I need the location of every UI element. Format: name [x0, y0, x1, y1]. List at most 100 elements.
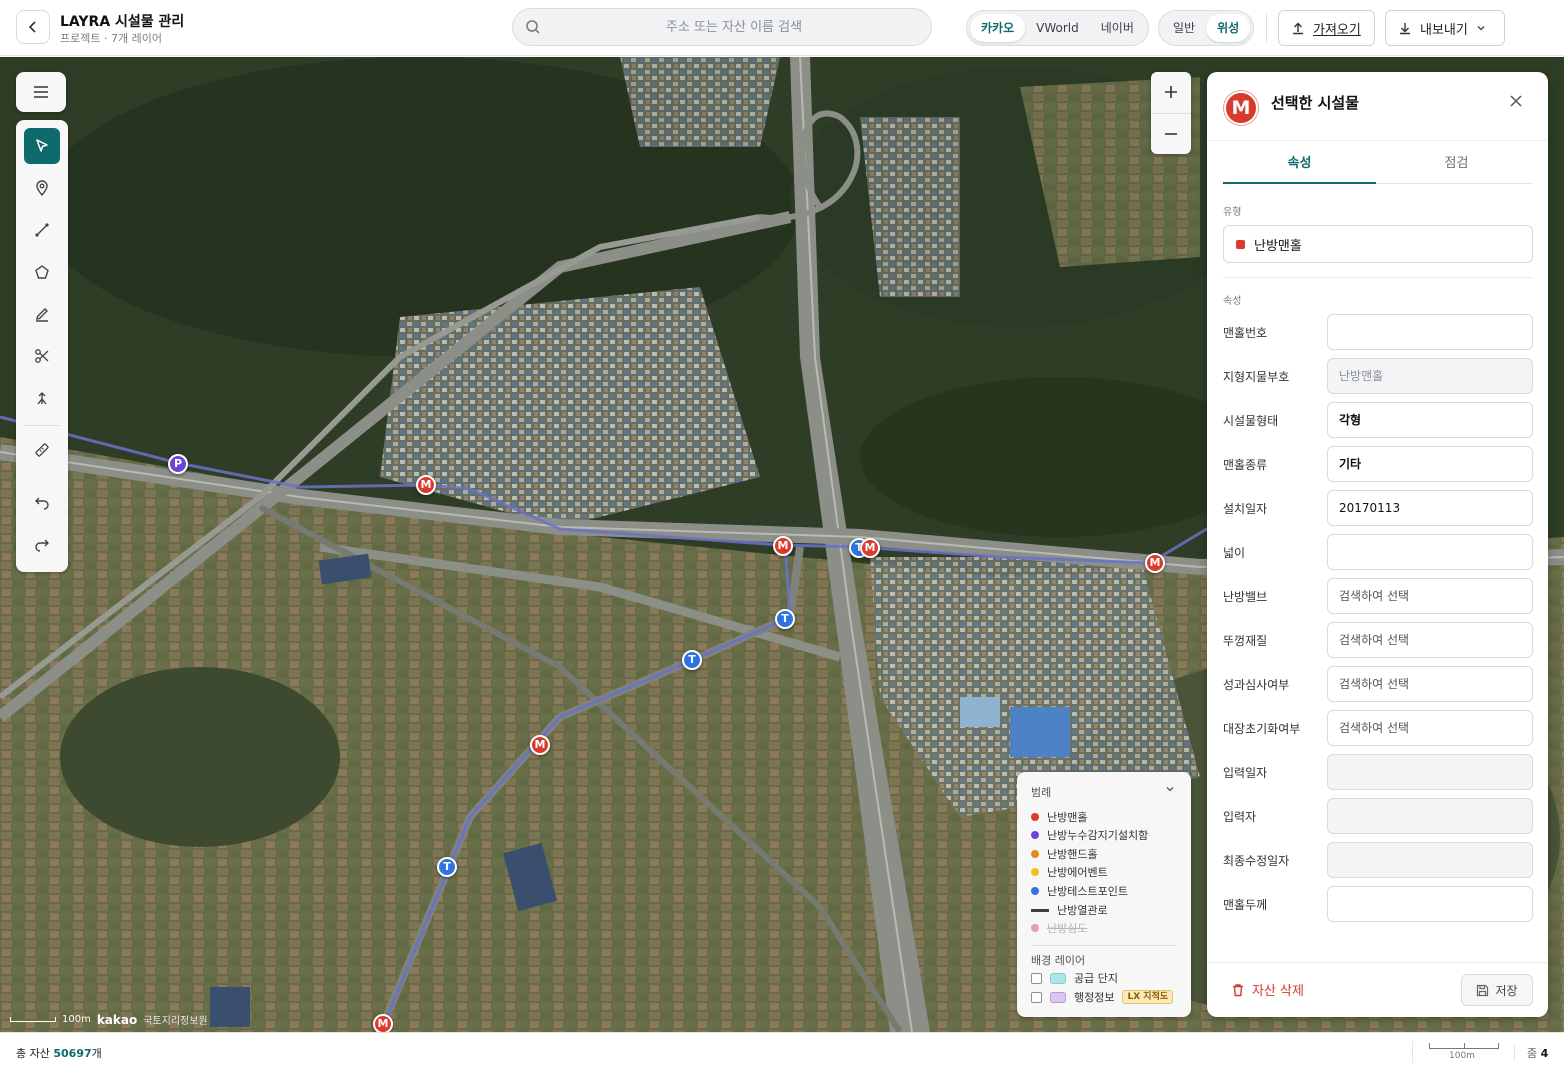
export-button[interactable]: 내보내기 — [1385, 10, 1505, 46]
zoom-out-button[interactable] — [1151, 114, 1191, 154]
field-input-date: 입력일자 — [1223, 754, 1533, 790]
marker-test-point[interactable]: T — [682, 650, 702, 670]
lx-badge: LX 지적도 — [1122, 990, 1174, 1004]
redo-icon — [35, 539, 49, 552]
legend-title: 범례 — [1031, 786, 1052, 799]
map-type-normal[interactable]: 일반 — [1162, 14, 1206, 42]
delete-asset-button[interactable]: 자산 삭제 — [1231, 980, 1304, 999]
type-color-dot — [1236, 239, 1245, 249]
polygon-tool[interactable] — [24, 254, 60, 290]
field-select[interactable]: 검색하여 선택 — [1327, 710, 1533, 746]
bg-layer-label: 행정정보 — [1074, 991, 1115, 1004]
map-type-satellite[interactable]: 위성 — [1206, 14, 1251, 42]
menu-button[interactable] — [16, 72, 66, 112]
total-prefix: 총 자산 — [16, 1047, 50, 1060]
chevron-down-icon[interactable] — [1165, 784, 1175, 794]
total-count: 50697 — [53, 1047, 92, 1060]
field-label: 입력자 — [1223, 810, 1257, 824]
legend-dot — [1031, 831, 1039, 839]
pin-icon — [36, 180, 48, 196]
marker-test-point[interactable]: T — [775, 609, 795, 629]
scale-label: 100m — [62, 1014, 91, 1025]
field-manhole-thickness: 맨홀두께 — [1223, 886, 1533, 922]
marker-manhole[interactable]: M — [373, 1014, 393, 1032]
bg-layer-label: 공급 단지 — [1074, 972, 1118, 985]
provider-vworld[interactable]: VWorld — [1025, 14, 1090, 42]
field-cover-material: 뚜껑재질 검색하여 선택 — [1223, 622, 1533, 658]
legend-item-disabled[interactable]: 난방심도 — [1031, 921, 1087, 935]
app-subtitle: 프로젝트 · 7개 레이어 — [60, 32, 162, 45]
legend-item[interactable]: 난방맨홀 — [1031, 810, 1087, 824]
field-manhole-kind: 맨홀종류 기타 — [1223, 446, 1533, 482]
tab-attributes[interactable]: 속성 — [1223, 150, 1376, 184]
marker-test-point[interactable]: T — [437, 857, 457, 877]
status-bar: 총 자산 50697개 100m 줌 4 — [0, 1032, 1564, 1069]
zoom-value: 4 — [1540, 1047, 1549, 1060]
legend-dot — [1031, 868, 1039, 876]
marker-manhole[interactable]: M — [416, 475, 436, 495]
search-box[interactable] — [512, 8, 932, 46]
field-input: 난방맨홀 — [1327, 358, 1533, 394]
field-select[interactable]: 검색하여 선택 — [1327, 578, 1533, 614]
facility-type-field[interactable]: 난방맨홀 — [1223, 225, 1533, 263]
map-provider-toggle: 카카오 VWorld 네이버 — [966, 10, 1149, 46]
import-label: 가져오기 — [1313, 22, 1361, 38]
undo-button[interactable] — [24, 484, 60, 520]
legend-dot — [1031, 850, 1039, 858]
import-button[interactable]: 가져오기 — [1278, 10, 1375, 46]
zoom-in-button[interactable] — [1151, 72, 1191, 112]
panel-divider — [1207, 140, 1548, 141]
select-tool[interactable] — [24, 128, 60, 164]
close-icon[interactable] — [1509, 94, 1523, 108]
drawing-toolbar — [16, 120, 68, 572]
bg-layer-item[interactable]: 공급 단지 — [1031, 971, 1118, 985]
line-tool[interactable] — [24, 212, 60, 248]
bg-layer-checkbox[interactable] — [1031, 972, 1042, 984]
bg-layer-item[interactable]: 행정정보 LX 지적도 — [1031, 990, 1174, 1004]
plus-icon — [1165, 86, 1177, 98]
provider-naver[interactable]: 네이버 — [1090, 14, 1145, 42]
field-input[interactable] — [1327, 534, 1533, 570]
split-tool[interactable] — [24, 380, 60, 416]
zoom-prefix: 줌 — [1527, 1047, 1538, 1060]
provider-kakao[interactable]: 카카오 — [970, 14, 1026, 42]
point-tool[interactable] — [24, 170, 60, 206]
field-input[interactable]: 20170113 — [1327, 490, 1533, 526]
field-input — [1327, 798, 1533, 834]
field-input[interactable]: 기타 — [1327, 446, 1533, 482]
facility-detail-panel: M 선택한 시설물 속성 점검 유형 난방맨홀 속성 맨홀번호 지형지물부호 난… — [1207, 72, 1548, 1017]
edit-tool[interactable] — [24, 296, 60, 332]
legend-label: 난방핸드홀 — [1047, 848, 1098, 861]
tab-inspection[interactable]: 점검 — [1380, 150, 1533, 184]
field-select[interactable]: 검색하여 선택 — [1327, 666, 1533, 702]
cut-tool[interactable] — [24, 338, 60, 374]
scissors-icon — [35, 349, 49, 363]
redo-button[interactable] — [24, 526, 60, 562]
field-input-user: 입력자 — [1223, 798, 1533, 834]
marker-manhole[interactable]: M — [860, 538, 880, 558]
legend-item[interactable]: 난방열관로 — [1031, 903, 1108, 917]
search-input[interactable] — [549, 9, 919, 45]
field-label: 맨홀종류 — [1223, 458, 1268, 472]
legend-line — [1031, 908, 1049, 912]
legend-item[interactable]: 난방누수감지기설치함 — [1031, 828, 1148, 842]
marker-manhole[interactable]: M — [1145, 553, 1165, 573]
field-label: 입력일자 — [1223, 766, 1268, 780]
save-button[interactable]: 저장 — [1461, 974, 1533, 1006]
marker-manhole-selected[interactable]: M — [773, 536, 793, 556]
marker-leak-detector[interactable]: P — [168, 454, 188, 474]
legend-panel: 범례 난방맨홀 난방누수감지기설치함 난방핸드홀 난방에어벤트 난방테스트포인트… — [1017, 772, 1191, 1017]
field-select[interactable]: 검색하여 선택 — [1327, 622, 1533, 658]
legend-item[interactable]: 난방에어벤트 — [1031, 865, 1108, 879]
back-button[interactable] — [16, 10, 50, 44]
field-review-status: 성과심사여부 검색하여 선택 — [1223, 666, 1533, 702]
legend-item[interactable]: 난방테스트포인트 — [1031, 884, 1128, 898]
polygon-icon — [35, 265, 49, 279]
legend-item[interactable]: 난방핸드홀 — [1031, 847, 1098, 861]
field-input[interactable] — [1327, 886, 1533, 922]
marker-manhole[interactable]: M — [530, 735, 550, 755]
field-input[interactable] — [1327, 314, 1533, 350]
field-input[interactable]: 각형 — [1327, 402, 1533, 438]
measure-tool[interactable] — [24, 432, 60, 468]
bg-layer-checkbox[interactable] — [1031, 991, 1042, 1003]
